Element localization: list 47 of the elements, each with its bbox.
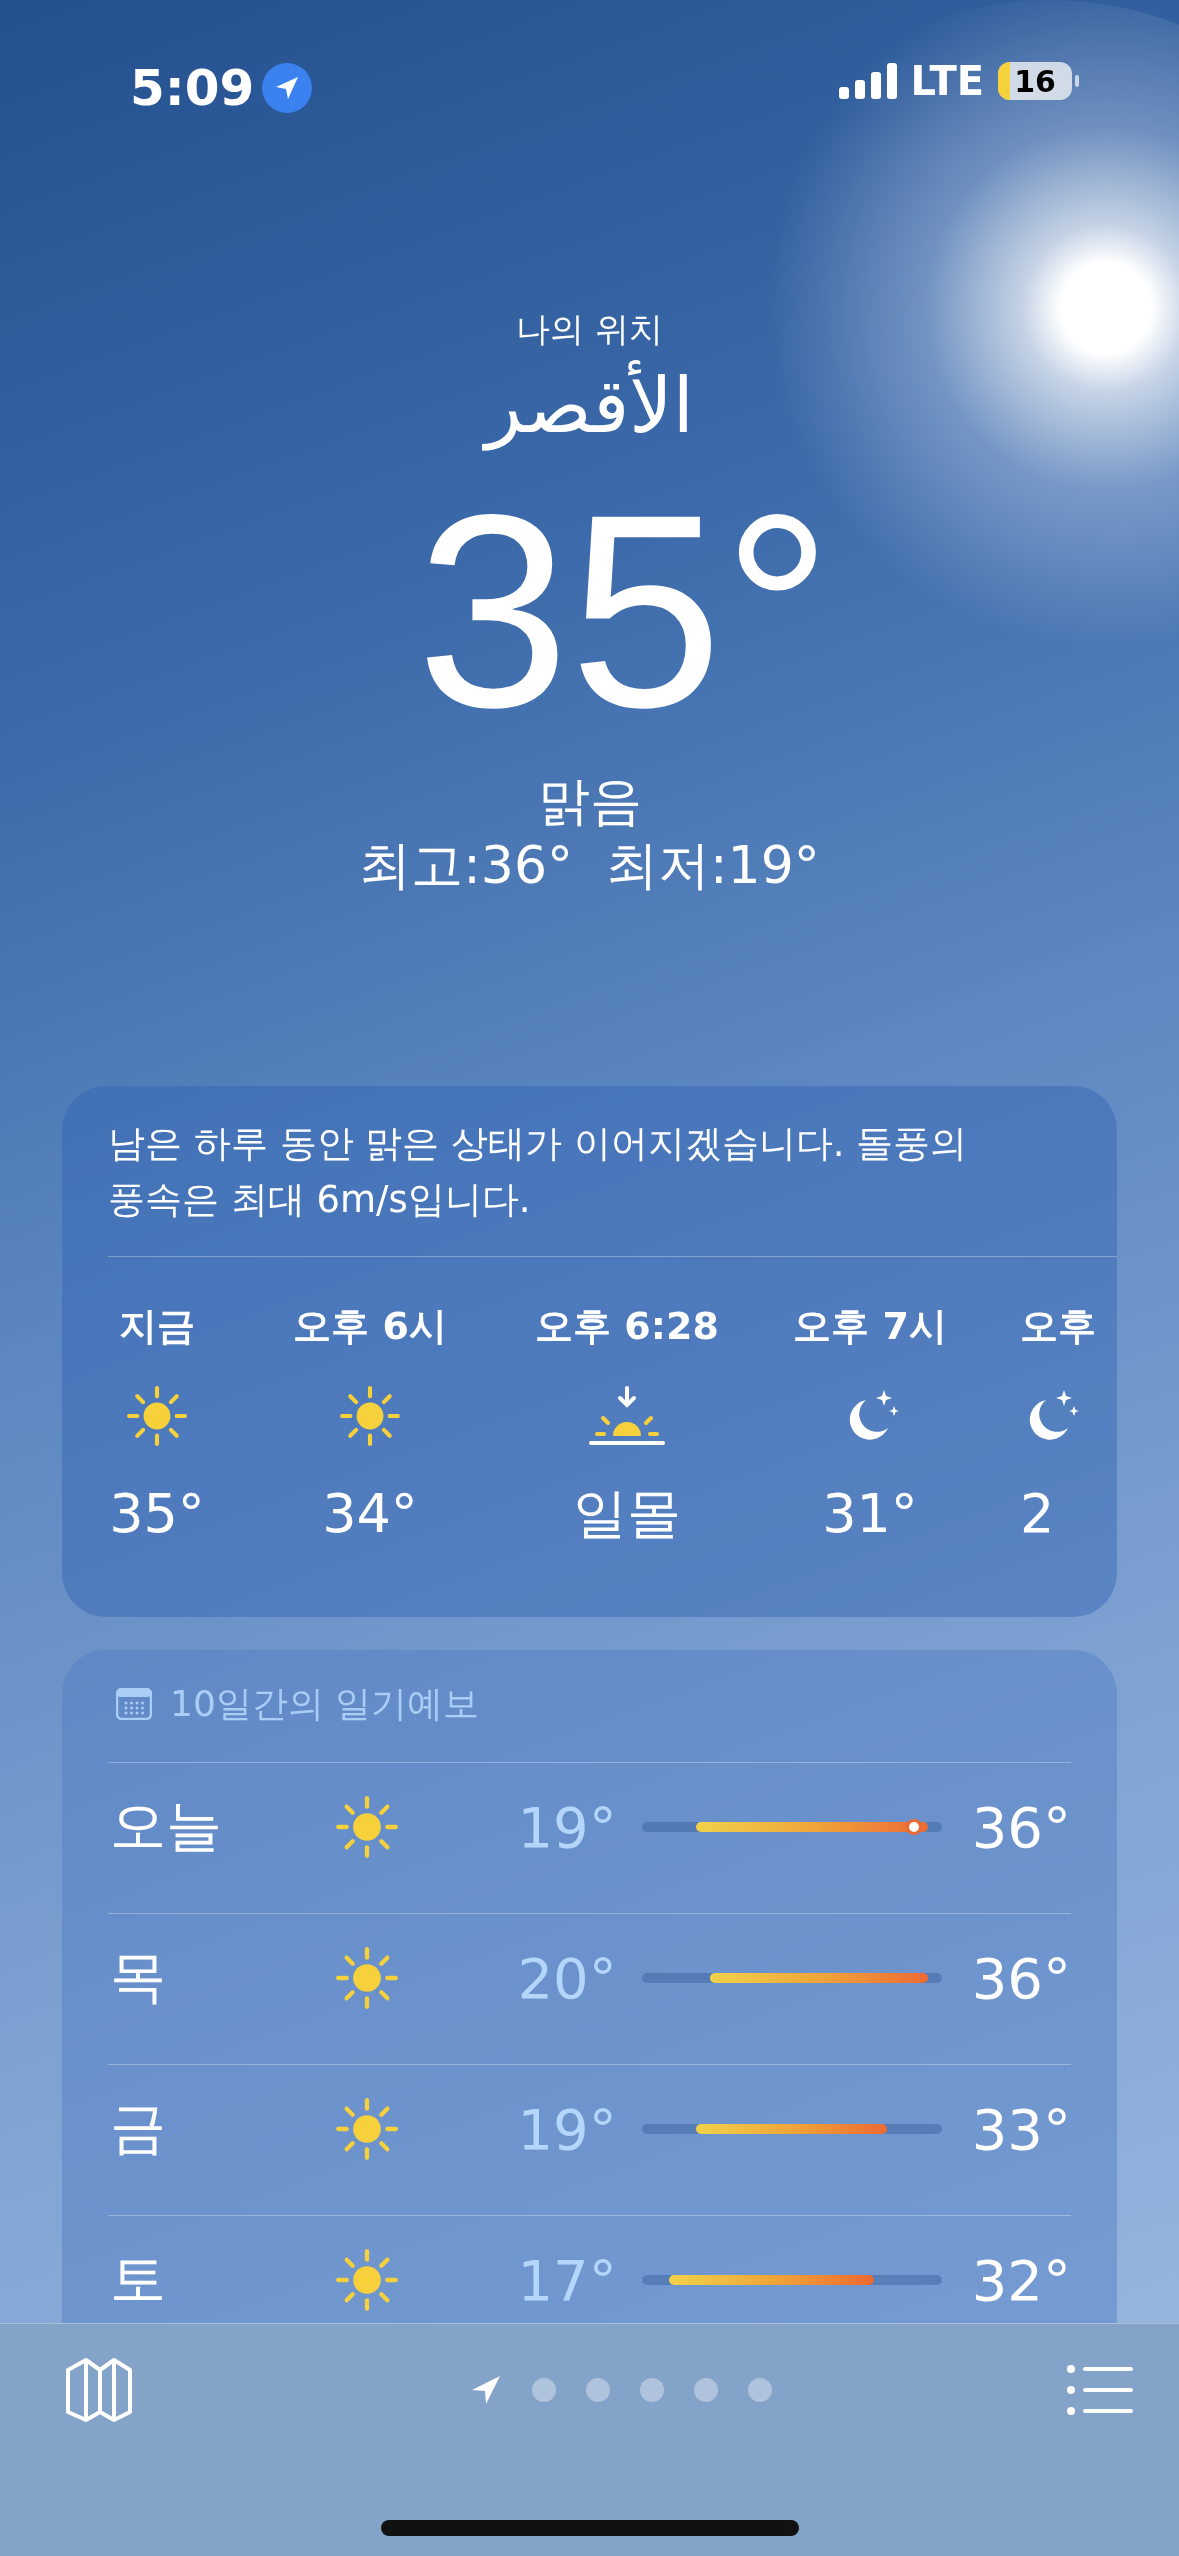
sun-icon [339, 1385, 401, 1447]
page-dot[interactable] [693, 2378, 718, 2402]
hour-temperature: 2 [1020, 1481, 1055, 1547]
sun-icon [335, 1795, 400, 1859]
high-temperature: 32° [971, 2247, 1071, 2313]
hour-temperature: 31° [822, 1481, 918, 1547]
day-label: 금 [109, 2094, 167, 2162]
current-temperature: 35° [416, 461, 833, 761]
page-dot[interactable] [747, 2378, 772, 2402]
day-label: 오늘 [109, 1792, 223, 1860]
status-time: 5:09 [130, 58, 255, 118]
hour-label: 오후 [1020, 1303, 1096, 1350]
map-button[interactable] [64, 2358, 134, 2422]
page-dot[interactable] [531, 2378, 556, 2402]
forecast-summary: 남은 하루 동안 맑은 상태가 이어지겠습니다. 돌풍의 풍속은 최대 6m/s입니다. [108, 1121, 969, 1223]
high-temperature: 36° [971, 1794, 1071, 1860]
hour-label: 오후 7시 [793, 1303, 947, 1350]
sun-icon [335, 1946, 400, 2010]
low-temperature: 19° [516, 2096, 617, 2162]
sun-icon [335, 2248, 400, 2312]
page-dot[interactable] [585, 2378, 610, 2402]
list-button[interactable] [1067, 2365, 1133, 2415]
hour-temperature: 34° [322, 1481, 418, 1547]
hour-temperature: 일몰 [573, 1481, 681, 1547]
calendar-icon [116, 1688, 152, 1720]
sunset-icon [587, 1386, 667, 1446]
high-temperature: 36° [971, 1945, 1071, 2011]
day-label: 토 [109, 2245, 167, 2313]
condition-text: 맑음 [537, 770, 642, 833]
battery-indicator: 16 [998, 62, 1072, 100]
location-label: 나의 위치 [516, 308, 663, 351]
network-label: LTE [910, 58, 984, 104]
hour-label: 지금 [119, 1303, 195, 1350]
page-dot[interactable] [639, 2378, 664, 2402]
card-title: 10일간의 일기예보 [170, 1681, 480, 1726]
sun-icon [335, 2097, 400, 2161]
low-temperature: 19° [516, 1794, 617, 1860]
high-low-text: 최고:36° 최저:19° [359, 834, 820, 897]
hour-temperature: 35° [109, 1481, 205, 1547]
low-temperature: 17° [516, 2247, 617, 2313]
high-temperature: 33° [971, 2096, 1071, 2162]
low-temperature: 20° [516, 1945, 617, 2011]
day-label: 목 [109, 1943, 167, 2011]
hour-label: 오후 6시 [293, 1303, 447, 1350]
hour-label: 오후 6:28 [535, 1303, 719, 1350]
signal-icon [838, 63, 897, 99]
sun-icon [126, 1385, 188, 1447]
